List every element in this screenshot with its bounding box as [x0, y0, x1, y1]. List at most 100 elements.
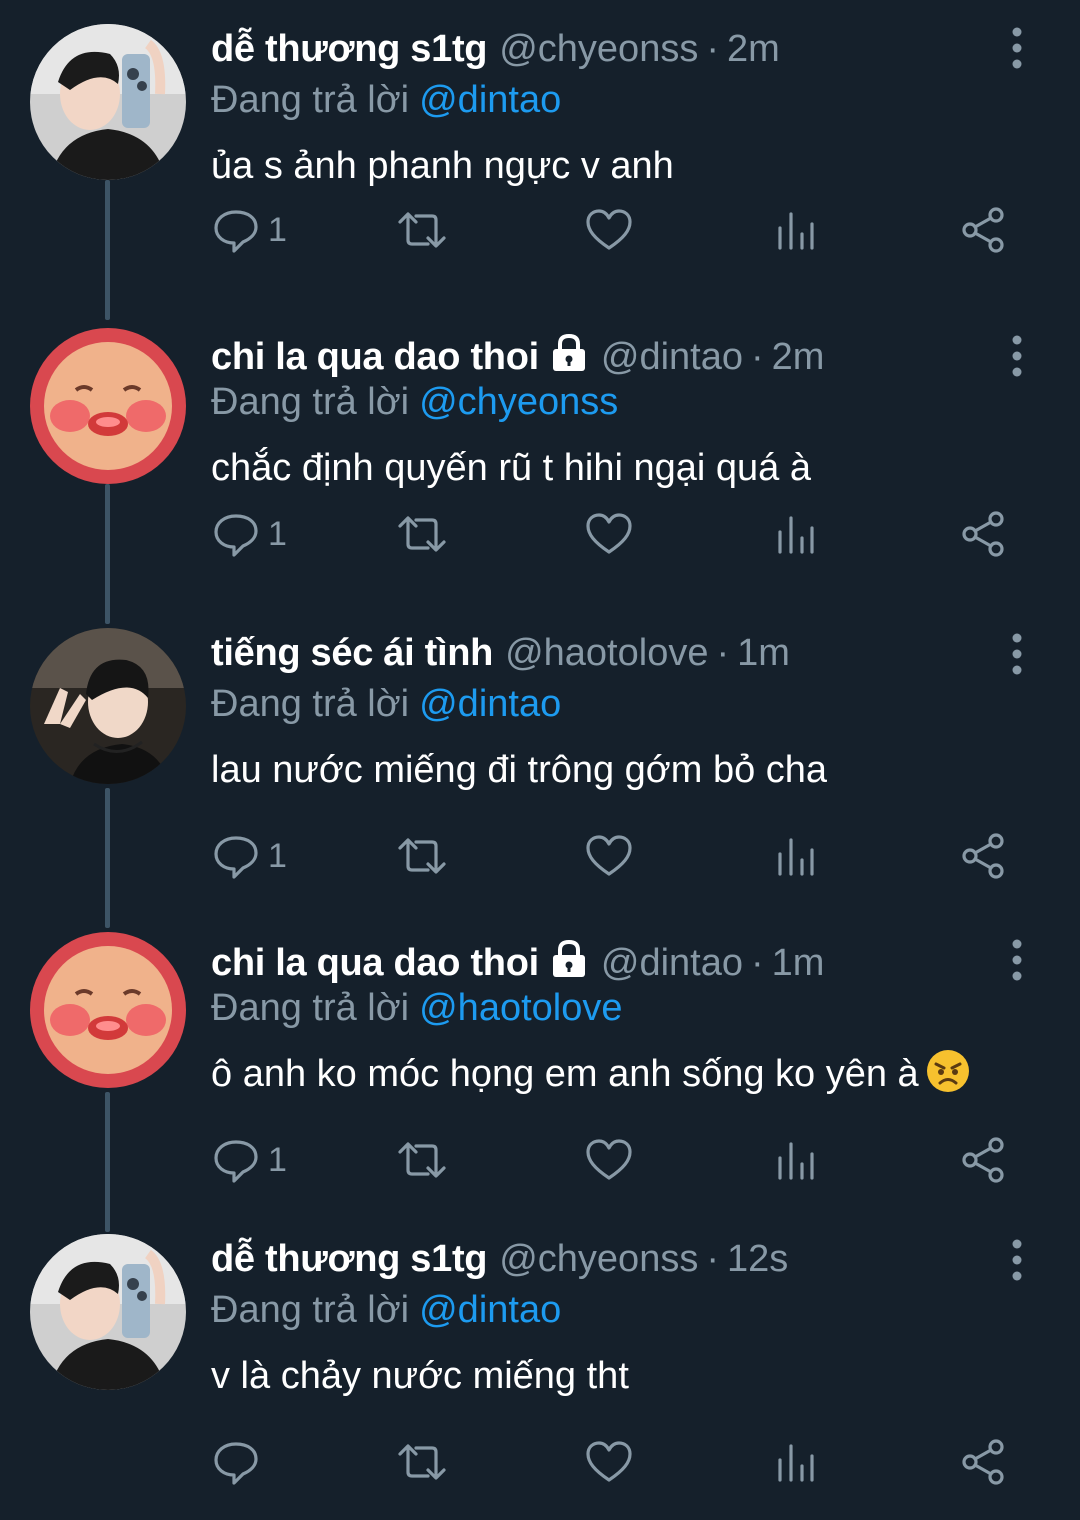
- tweet-actions: 1: [200, 1128, 1040, 1192]
- like-button[interactable]: [584, 1430, 634, 1494]
- timestamp[interactable]: 2m: [772, 336, 825, 378]
- replying-to-label: Đang trả lời: [211, 987, 410, 1029]
- timestamp[interactable]: 2m: [727, 28, 780, 70]
- mention-link[interactable]: @dintao: [419, 683, 561, 725]
- replying-to-label: Đang trả lời: [211, 683, 410, 725]
- mention-link[interactable]: @dintao: [419, 1289, 561, 1331]
- views-button[interactable]: [774, 502, 818, 566]
- avatar[interactable]: [30, 932, 186, 1088]
- tweet-text: ủa s ảnh phanh ngực v anh: [211, 145, 674, 187]
- reply-count: 1: [268, 1140, 287, 1179]
- replying-to: Đang trả lời @dintao: [211, 74, 561, 126]
- timestamp[interactable]: 1m: [737, 632, 790, 674]
- reply-button[interactable]: 1: [212, 198, 287, 262]
- reply-count: 1: [268, 514, 287, 553]
- reply-button[interactable]: 1: [212, 502, 287, 566]
- retweet-button[interactable]: [394, 824, 450, 888]
- timestamp[interactable]: 1m: [772, 942, 825, 984]
- mention-link[interactable]: @dintao: [419, 79, 561, 121]
- share-button[interactable]: [960, 502, 1006, 566]
- tweet[interactable]: chi la qua dao thoi @dintao · 2m Đang trả l…: [0, 304, 1080, 624]
- retweet-button[interactable]: [394, 1430, 450, 1494]
- separator: ·: [751, 336, 764, 378]
- heart-icon: [586, 1441, 632, 1482]
- reply-count: 1: [268, 836, 287, 875]
- replying-to: Đang trả lời @haotolove: [211, 982, 623, 1034]
- like-button[interactable]: [584, 198, 634, 262]
- retweet-button[interactable]: [394, 502, 450, 566]
- reply-button[interactable]: [212, 1430, 268, 1494]
- angry-face-emoji: [926, 1050, 969, 1092]
- retweet-button[interactable]: [394, 1128, 450, 1192]
- thread-connector: [105, 788, 110, 928]
- username[interactable]: @dintao: [601, 336, 743, 378]
- share-icon: [962, 207, 1004, 253]
- share-icon: [962, 511, 1004, 557]
- tweet-actions: 1: [200, 824, 1040, 888]
- views-button[interactable]: [774, 198, 818, 262]
- replying-to-label: Đang trả lời: [211, 1289, 410, 1331]
- avatar[interactable]: [30, 24, 186, 180]
- tweet-header: chi la qua dao thoi @dintao · 1m: [211, 938, 824, 988]
- share-icon: [962, 833, 1004, 879]
- reply-icon: [214, 836, 258, 879]
- username[interactable]: @chyeonss: [499, 1238, 698, 1280]
- reply-button[interactable]: 1: [212, 824, 287, 888]
- reply-button[interactable]: 1: [212, 1128, 287, 1192]
- retweet-icon: [398, 516, 446, 552]
- username[interactable]: @chyeonss: [499, 28, 698, 70]
- username[interactable]: @haotolove: [505, 632, 708, 674]
- tweet-text-content: ô anh ko móc họng em anh sống ko yên à: [211, 1053, 919, 1095]
- tweet[interactable]: dễ thương s1tg @chyeonss · 12s Đang trả lời…: [0, 1216, 1080, 1520]
- tweet-actions: 1: [200, 502, 1040, 566]
- tweet-header: tiếng séc ái tình @haotolove · 1m: [211, 628, 790, 678]
- more-button[interactable]: [1000, 26, 1034, 72]
- like-button[interactable]: [584, 1128, 634, 1192]
- avatar[interactable]: [30, 1234, 186, 1390]
- analytics-icon: [778, 516, 814, 554]
- retweet-icon: [398, 1142, 446, 1178]
- display-name[interactable]: dễ thương s1tg: [211, 1238, 488, 1280]
- more-button[interactable]: [1000, 334, 1034, 380]
- username[interactable]: @dintao: [601, 942, 743, 984]
- avatar[interactable]: [30, 328, 186, 484]
- more-vertical-icon: [1012, 939, 1022, 981]
- like-button[interactable]: [584, 502, 634, 566]
- replying-to: Đang trả lời @dintao: [211, 678, 561, 730]
- display-name[interactable]: chi la qua dao thoi: [211, 336, 539, 378]
- retweet-icon: [398, 838, 446, 874]
- more-button[interactable]: [1000, 1238, 1034, 1284]
- lock-icon: [552, 939, 585, 977]
- more-button[interactable]: [1000, 938, 1034, 984]
- views-button[interactable]: [774, 1128, 818, 1192]
- tweet-header: chi la qua dao thoi @dintao · 2m: [211, 332, 824, 382]
- display-name[interactable]: dễ thương s1tg: [211, 28, 488, 70]
- separator: ·: [706, 1238, 719, 1280]
- reply-icon: [214, 1442, 258, 1485]
- tweet-header: dễ thương s1tg @chyeonss · 2m: [211, 24, 780, 74]
- views-button[interactable]: [774, 1430, 818, 1494]
- analytics-icon: [778, 838, 814, 876]
- timestamp[interactable]: 12s: [727, 1238, 788, 1280]
- reply-icon: [214, 210, 258, 253]
- like-button[interactable]: [584, 824, 634, 888]
- mention-link[interactable]: @chyeonss: [419, 381, 618, 423]
- share-button[interactable]: [960, 198, 1006, 262]
- tweet[interactable]: dễ thương s1tg @chyeonss · 2m Đang trả lời @…: [0, 0, 1080, 320]
- share-button[interactable]: [960, 1430, 1006, 1494]
- more-button[interactable]: [1000, 632, 1034, 678]
- display-name[interactable]: chi la qua dao thoi: [211, 942, 539, 984]
- views-button[interactable]: [774, 824, 818, 888]
- display-name[interactable]: tiếng séc ái tình: [211, 632, 493, 674]
- share-button[interactable]: [960, 824, 1006, 888]
- avatar[interactable]: [30, 628, 186, 784]
- retweet-button[interactable]: [394, 198, 450, 262]
- share-icon: [962, 1137, 1004, 1183]
- share-button[interactable]: [960, 1128, 1006, 1192]
- retweet-icon: [398, 1444, 446, 1480]
- thread-connector: [105, 180, 110, 320]
- tweet[interactable]: chi la qua dao thoi @dintao · 1m Đang trả l…: [0, 912, 1080, 1232]
- analytics-icon: [778, 1444, 814, 1482]
- tweet[interactable]: tiếng séc ái tình @haotolove · 1m Đang trả …: [0, 608, 1080, 928]
- mention-link[interactable]: @haotolove: [419, 987, 622, 1029]
